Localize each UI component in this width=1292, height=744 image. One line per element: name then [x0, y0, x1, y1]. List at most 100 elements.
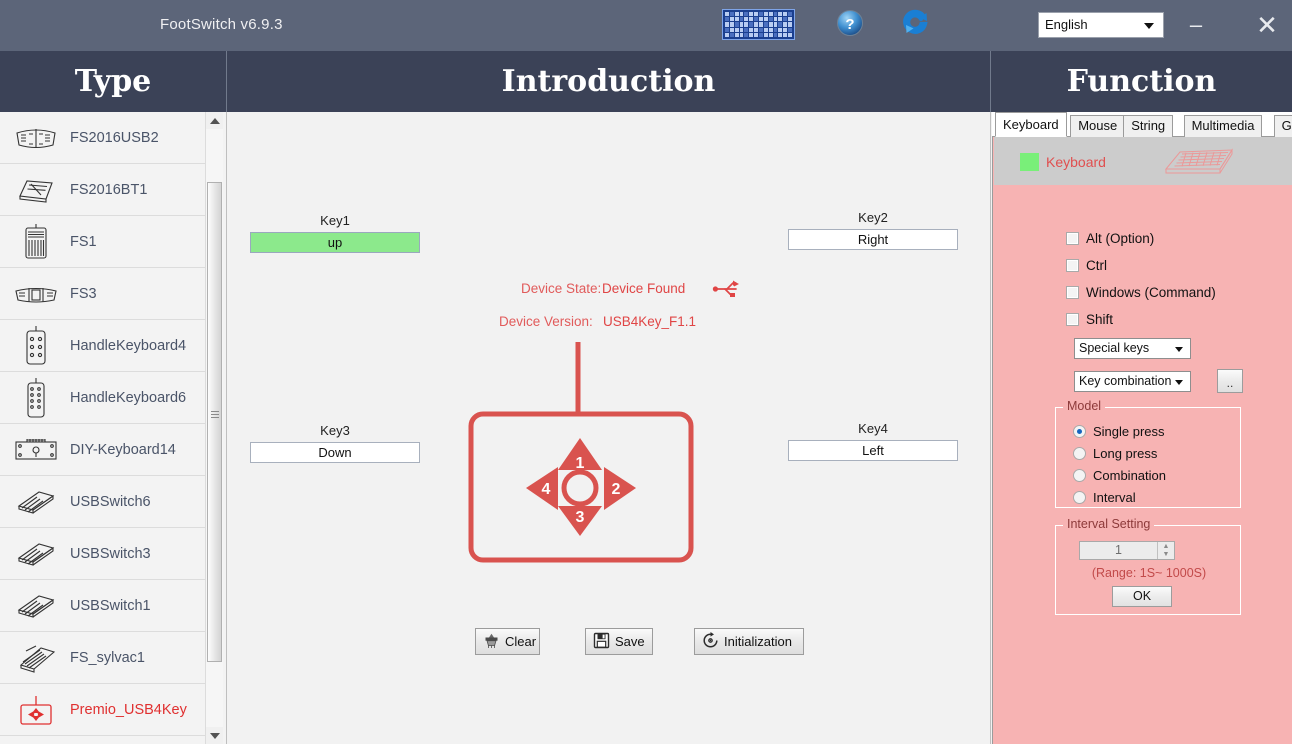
sidebar-item-premio-usb4key[interactable]: Premio_USB4Key — [0, 684, 207, 736]
device-diagram: 1 2 3 4 — [468, 224, 698, 579]
scrollbar-grip-icon — [211, 411, 219, 418]
arrow-left-number: 4 — [542, 481, 551, 498]
keyboard-tab-content: Keyboard Alt (Option) Ctrl Windows (Comm… — [992, 137, 1292, 744]
sidebar-item-handlekeyboard6[interactable]: HandleKeyboard6 — [0, 372, 207, 424]
scrollbar-thumb[interactable] — [207, 182, 222, 662]
sidebar-item-label: FS3 — [70, 285, 97, 302]
radio-single-press[interactable]: Single press — [1073, 424, 1165, 439]
arrow-down-number: 3 — [576, 509, 585, 526]
footswitch-3pedal-icon — [12, 283, 60, 305]
function-tabs: KeyboardMouseString Multimedia Game — [992, 112, 1292, 137]
sidebar-item-usbswitch1[interactable]: USBSwitch1 — [0, 580, 207, 632]
initialization-button[interactable]: Initialization — [694, 628, 804, 655]
interval-setting-title: Interval Setting — [1063, 517, 1155, 531]
key1-group: Key1 up — [250, 213, 420, 253]
checkbox-shift[interactable]: Shift — [1066, 312, 1113, 327]
sidebar-item-fs2016bt1[interactable]: FS2016BT1 — [0, 164, 207, 216]
handle-keypad4-icon — [12, 325, 60, 367]
tab-keyboard[interactable]: Keyboard — [995, 112, 1067, 137]
scroll-up-arrow-icon[interactable] — [206, 112, 223, 129]
footswitch-app-window: FootSwitch v6.9.3 ? English – ✕ Type Int… — [0, 0, 1292, 744]
app-title: FootSwitch v6.9.3 — [160, 16, 283, 33]
sidebar-item-fs3[interactable]: FS3 — [0, 268, 207, 320]
header-type: Type — [0, 51, 227, 112]
chevron-down-icon — [1175, 347, 1183, 352]
sidebar-item-label: DIY-Keyboard14 — [70, 441, 176, 458]
checkbox-ctrl[interactable]: Ctrl — [1066, 258, 1107, 273]
key3-input[interactable]: Down — [250, 442, 420, 463]
more-options-button[interactable]: .. — [1217, 369, 1243, 393]
radio-long-press-label: Long press — [1093, 446, 1158, 461]
header-function: Function — [1066, 64, 1217, 99]
key1-input[interactable]: up — [250, 232, 420, 253]
tab-mouse[interactable]: Mouse — [1070, 115, 1126, 137]
tab-multimedia[interactable]: Multimedia — [1183, 115, 1263, 137]
interval-stepper[interactable]: 1 ▲ ▼ — [1079, 541, 1175, 560]
key4-group: Key4 Left — [788, 421, 958, 461]
checkbox-box-icon — [1066, 259, 1079, 272]
sidebar-scrollbar[interactable] — [205, 112, 223, 744]
sidebar-item-label: USBSwitch6 — [70, 493, 151, 510]
handle-keypad6-icon — [12, 377, 60, 419]
diy-board-icon — [12, 437, 60, 463]
interval-value: 1 — [1115, 543, 1122, 557]
radio-combination-label: Combination — [1093, 468, 1166, 483]
stepper-buttons[interactable]: ▲ ▼ — [1157, 542, 1174, 559]
arrow-up-number: 1 — [576, 455, 585, 472]
status-square — [1020, 153, 1039, 171]
clear-button[interactable]: Clear — [475, 628, 540, 655]
footswitch-single-icon — [12, 222, 60, 262]
model-groupbox-title: Model — [1063, 399, 1106, 413]
keyboard-illustration-icon — [1162, 145, 1237, 184]
sidebar-item-usbswitch3[interactable]: USBSwitch3 — [0, 528, 207, 580]
sidebar-item-diy-keyboard14[interactable]: DIY-Keyboard14 — [0, 424, 207, 476]
help-icon[interactable]: ? — [836, 9, 864, 37]
checkbox-windows[interactable]: Windows (Command) — [1066, 285, 1216, 300]
key1-label: Key1 — [320, 213, 350, 228]
special-keys-select[interactable]: Special keys — [1074, 338, 1191, 359]
reset-circle-icon — [702, 631, 719, 652]
scroll-down-arrow-icon[interactable] — [206, 727, 223, 744]
usb4key-icon — [12, 693, 60, 727]
keyboard-panel-title: Keyboard — [1046, 154, 1106, 170]
language-select[interactable]: English — [1038, 12, 1164, 38]
tab-string[interactable]: String — [1123, 115, 1174, 137]
initialization-button-label: Initialization — [724, 634, 792, 649]
stepper-down-icon[interactable]: ▼ — [1158, 551, 1174, 560]
keyboard-panel-header: Keyboard — [994, 137, 1292, 185]
close-button[interactable]: ✕ — [1253, 12, 1281, 40]
minimize-button[interactable]: – — [1182, 12, 1210, 40]
save-button[interactable]: Save — [585, 628, 653, 655]
checkbox-box-icon — [1066, 232, 1079, 245]
clear-button-label: Clear — [505, 634, 537, 649]
arrow-right-number: 2 — [612, 481, 621, 498]
sidebar-item-usbswitch6[interactable]: USBSwitch6 — [0, 476, 207, 528]
usb-icon — [712, 280, 742, 303]
sidebar-item-fs-sylvac1[interactable]: FS_sylvac1 — [0, 632, 207, 684]
radio-long-press[interactable]: Long press — [1073, 446, 1157, 461]
tab-game[interactable]: Game — [1273, 115, 1292, 137]
sidebar-item-fs2016usb2[interactable]: FS2016USB2 — [0, 112, 207, 164]
sidebar-item-label: HandleKeyboard4 — [70, 337, 187, 354]
radio-interval-label: Interval — [1093, 490, 1136, 505]
stepper-up-icon[interactable]: ▲ — [1158, 542, 1174, 551]
radio-combination[interactable]: Combination — [1073, 468, 1166, 483]
sidebar-item-label: FS1 — [70, 233, 97, 250]
special-keys-value: Special keys — [1079, 341, 1150, 355]
footswitch-bt-icon — [12, 176, 60, 204]
sidebar-item-fs1[interactable]: FS1 — [0, 216, 207, 268]
sidebar-item-label: USBSwitch3 — [70, 545, 151, 562]
interval-ok-button[interactable]: OK — [1112, 586, 1172, 607]
checkbox-alt[interactable]: Alt (Option) — [1066, 231, 1154, 246]
sidebar-item-label: FS2016USB2 — [70, 129, 159, 146]
key3-label: Key3 — [320, 423, 350, 438]
refresh-icon[interactable] — [902, 9, 930, 37]
key4-label: Key4 — [858, 421, 888, 436]
radio-single-press-label: Single press — [1093, 424, 1165, 439]
sidebar-item-handlekeyboard4[interactable]: HandleKeyboard4 — [0, 320, 207, 372]
key4-input[interactable]: Left — [788, 440, 958, 461]
radio-interval[interactable]: Interval — [1073, 490, 1136, 505]
key-combination-select[interactable]: Key combination — [1074, 371, 1191, 392]
keyboard-icon[interactable] — [722, 9, 795, 40]
key2-input[interactable]: Right — [788, 229, 958, 250]
